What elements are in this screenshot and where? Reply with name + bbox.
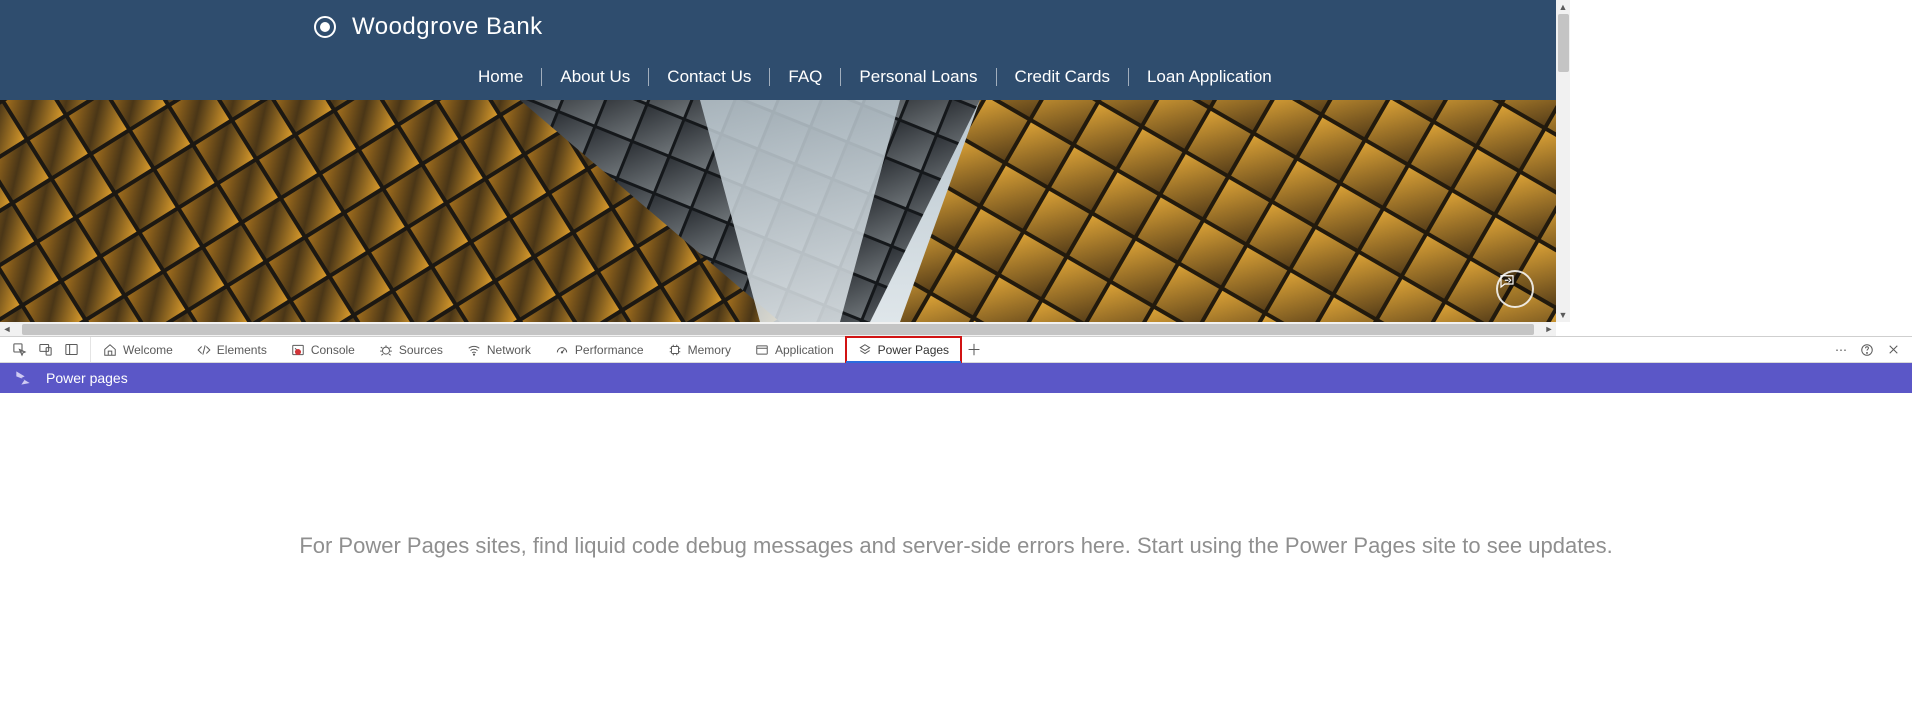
scroll-down-arrow-icon[interactable]: ▼ bbox=[1556, 308, 1570, 322]
scroll-y-thumb[interactable] bbox=[1558, 14, 1569, 72]
nav-link-credit-cards[interactable]: Credit Cards bbox=[997, 68, 1129, 86]
scroll-up-arrow-icon[interactable]: ▲ bbox=[1556, 0, 1570, 14]
tab-network[interactable]: Network bbox=[455, 337, 543, 362]
tab-memory[interactable]: Memory bbox=[656, 337, 743, 362]
brand-logo-icon bbox=[314, 16, 336, 38]
page-viewport: Woodgrove Bank Home About Us Contact Us … bbox=[0, 0, 1570, 336]
code-icon bbox=[197, 343, 211, 357]
tab-console[interactable]: Console bbox=[279, 337, 367, 362]
scroll-right-arrow-icon[interactable]: ► bbox=[1542, 322, 1556, 336]
tab-label: Memory bbox=[688, 343, 731, 357]
tab-label: Console bbox=[311, 343, 355, 357]
site-header: Woodgrove Bank Home About Us Contact Us … bbox=[0, 0, 1556, 100]
tab-application[interactable]: Application bbox=[743, 337, 846, 362]
device-emulation-icon[interactable] bbox=[32, 337, 58, 363]
devtools-tabstrip: Welcome Elements Console Sources Network… bbox=[0, 337, 1912, 363]
tab-label: Application bbox=[775, 343, 834, 357]
brand-row: Woodgrove Bank bbox=[0, 0, 1556, 54]
primary-nav: Home About Us Contact Us FAQ Personal Lo… bbox=[0, 54, 1556, 100]
console-icon bbox=[291, 343, 305, 357]
scroll-x-thumb[interactable] bbox=[22, 324, 1534, 335]
more-icon[interactable]: ⋯ bbox=[1828, 337, 1854, 363]
power-pages-icon bbox=[858, 343, 872, 357]
tab-sources[interactable]: Sources bbox=[367, 337, 455, 362]
power-pages-logo-icon bbox=[12, 367, 34, 389]
brand-name: Woodgrove Bank bbox=[352, 13, 543, 41]
tab-label: Performance bbox=[575, 343, 644, 357]
panel-title: Power pages bbox=[46, 370, 128, 386]
home-icon bbox=[103, 343, 117, 357]
nav-link-faq[interactable]: FAQ bbox=[770, 68, 841, 86]
tab-label: Welcome bbox=[123, 343, 173, 357]
bug-icon bbox=[379, 343, 393, 357]
panel-empty-message: For Power Pages sites, find liquid code … bbox=[299, 533, 1612, 559]
nav-link-contact-us[interactable]: Contact Us bbox=[649, 68, 770, 86]
add-tab-button[interactable]: ＋ bbox=[961, 337, 987, 362]
window-icon bbox=[755, 343, 769, 357]
devtools-right-controls: ⋯ bbox=[1828, 337, 1912, 362]
tab-elements[interactable]: Elements bbox=[185, 337, 279, 362]
nav-link-home[interactable]: Home bbox=[460, 68, 542, 86]
tab-label: Elements bbox=[217, 343, 267, 357]
devtools-left-controls bbox=[0, 337, 91, 362]
tab-welcome[interactable]: Welcome bbox=[91, 337, 185, 362]
hero-image bbox=[0, 100, 1556, 322]
power-pages-panel-body: For Power Pages sites, find liquid code … bbox=[0, 393, 1912, 726]
nav-link-personal-loans[interactable]: Personal Loans bbox=[841, 68, 996, 86]
power-pages-panel-header: Power pages bbox=[0, 363, 1912, 393]
scroll-x-track[interactable] bbox=[14, 322, 1542, 336]
tab-performance[interactable]: Performance bbox=[543, 337, 656, 362]
devtools: Welcome Elements Console Sources Network… bbox=[0, 336, 1912, 726]
nav-link-about-us[interactable]: About Us bbox=[542, 68, 649, 86]
chat-button[interactable] bbox=[1496, 270, 1534, 308]
nav-link-loan-application[interactable]: Loan Application bbox=[1129, 68, 1290, 86]
scroll-left-arrow-icon[interactable]: ◄ bbox=[0, 322, 14, 336]
scroll-y-track[interactable] bbox=[1556, 14, 1570, 308]
error-badge-icon bbox=[295, 349, 301, 355]
inspect-element-icon[interactable] bbox=[6, 337, 32, 363]
tab-label: Sources bbox=[399, 343, 443, 357]
tab-label: Network bbox=[487, 343, 531, 357]
close-icon[interactable] bbox=[1880, 337, 1906, 363]
page-scrollbar-horizontal[interactable]: ◄ ► bbox=[0, 322, 1556, 336]
chip-icon bbox=[668, 343, 682, 357]
website-area: Woodgrove Bank Home About Us Contact Us … bbox=[0, 0, 1556, 322]
tab-power-pages[interactable]: Power Pages bbox=[846, 337, 961, 362]
tab-label: Power Pages bbox=[878, 343, 949, 357]
activity-bar-icon[interactable] bbox=[58, 337, 84, 363]
gauge-icon bbox=[555, 343, 569, 357]
wifi-icon bbox=[467, 343, 481, 357]
help-icon[interactable] bbox=[1854, 337, 1880, 363]
page-scrollbar-vertical[interactable]: ▲ ▼ bbox=[1556, 0, 1570, 322]
